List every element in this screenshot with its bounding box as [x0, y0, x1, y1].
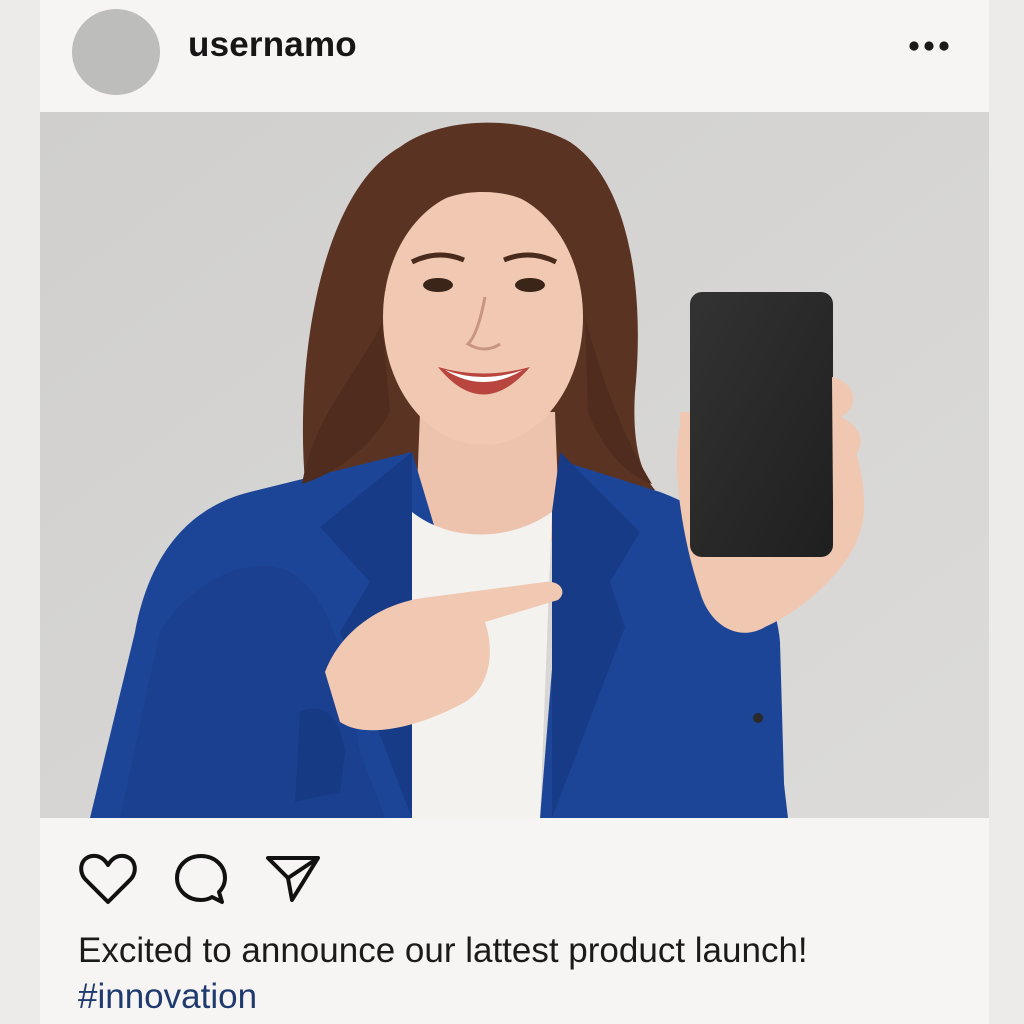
more-options-button[interactable]: [904, 36, 954, 56]
more-horizontal-icon: [909, 41, 949, 51]
hashtag-link[interactable]: #innovation: [78, 974, 978, 1020]
paper-plane-icon: [266, 856, 320, 902]
phone: [690, 292, 833, 557]
like-button[interactable]: [78, 852, 138, 911]
post-header: usernamo: [40, 0, 989, 112]
share-button[interactable]: [264, 852, 322, 911]
face: [383, 189, 583, 445]
post-caption: Excited to announce our lattest product …: [78, 928, 978, 1020]
post-card: usernamo Excited to announce our lattest…: [40, 0, 989, 1024]
comment-bubble-icon: [175, 854, 227, 904]
post-actions: [40, 818, 989, 914]
avatar[interactable]: [72, 9, 160, 95]
heart-icon: [79, 853, 137, 904]
post-image[interactable]: [40, 112, 989, 818]
blazer-button: [753, 713, 763, 723]
username[interactable]: usernamo: [188, 25, 357, 65]
caption-text: Excited to announce our lattest product …: [78, 931, 808, 970]
left-eye: [423, 278, 453, 292]
comment-button[interactable]: [174, 852, 228, 911]
right-eye: [515, 278, 545, 292]
